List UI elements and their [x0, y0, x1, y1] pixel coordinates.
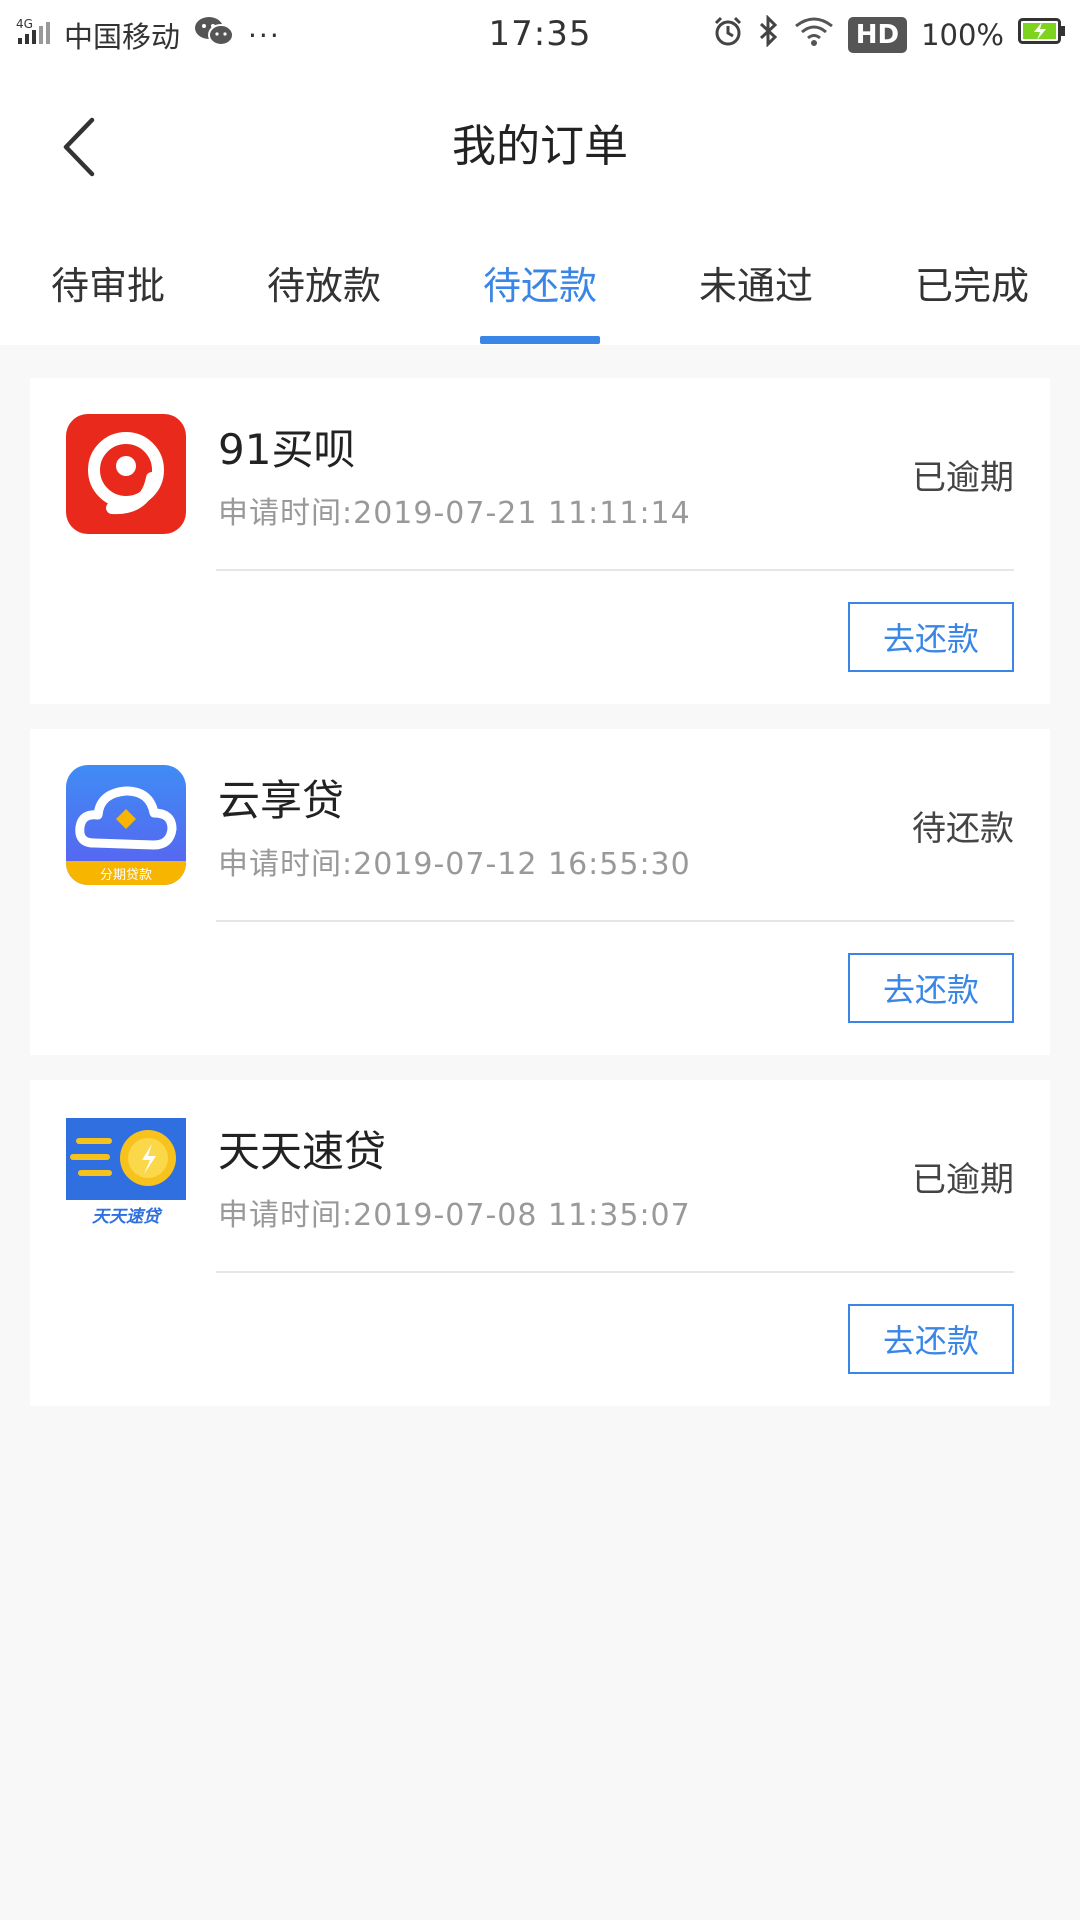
order-app-name: 91买呗: [218, 425, 356, 474]
icon-caption: 分期贷款: [100, 868, 152, 883]
order-card: 天天速贷 天天速贷 申请时间:2019-07-08 11:35:07 已逾期 去…: [30, 1080, 1050, 1406]
icon-caption: 天天速贷: [92, 1207, 163, 1227]
repay-button[interactable]: 去还款: [848, 602, 1014, 672]
order-status: 已逾期: [912, 1160, 1014, 1200]
battery-percent: 100%: [921, 18, 1004, 52]
battery-charging-icon: [1018, 17, 1066, 53]
card-divider: [216, 1271, 1014, 1273]
order-apply-time: 申请时间:2019-07-12 16:55:30: [218, 847, 691, 882]
order-apply-time: 申请时间:2019-07-21 11:11:14: [218, 496, 691, 531]
tab-rejected[interactable]: 未通过: [648, 255, 864, 310]
tab-pending-repayment[interactable]: 待还款: [432, 255, 648, 310]
wifi-icon: [794, 16, 834, 54]
card-divider: [216, 569, 1014, 571]
order-status: 已逾期: [912, 458, 1014, 498]
screen: 4G 中国移动 ··· 17:35 HD 100% 我的订单 待审批 待放款 待…: [0, 0, 1080, 1920]
tab-completed[interactable]: 已完成: [864, 255, 1080, 310]
active-tab-indicator: [480, 336, 600, 344]
page-title: 我的订单: [452, 121, 628, 172]
status-right: HD 100%: [698, 14, 1066, 56]
card-divider: [216, 920, 1014, 922]
order-app-name: 天天速贷: [218, 1127, 387, 1176]
nav-header: 我的订单: [0, 70, 1080, 215]
91maibei-logo-icon: [66, 414, 186, 534]
order-apply-time: 申请时间:2019-07-08 11:35:07: [218, 1198, 691, 1233]
tab-pending-approval[interactable]: 待审批: [0, 255, 216, 310]
tiantiansudai-logo-icon: 天天速贷: [66, 1116, 186, 1236]
order-status: 待还款: [912, 809, 1014, 849]
yunxiangdai-logo-icon: 分期贷款: [66, 765, 186, 885]
alarm-icon: [712, 15, 744, 55]
tab-pending-disbursement[interactable]: 待放款: [216, 255, 432, 310]
repay-button[interactable]: 去还款: [848, 1304, 1014, 1374]
bluetooth-icon: [758, 14, 780, 55]
order-app-name: 云享贷: [218, 776, 345, 825]
order-status-tabs: 待审批 待放款 待还款 未通过 已完成: [0, 215, 1080, 345]
repay-button[interactable]: 去还款: [848, 953, 1014, 1023]
hd-badge: HD: [847, 17, 908, 53]
status-bar: 4G 中国移动 ··· 17:35 HD 100%: [0, 0, 1080, 70]
order-card: 分期贷款 云享贷 申请时间:2019-07-12 16:55:30 待还款 去还…: [30, 729, 1050, 1055]
order-card: 91买呗 申请时间:2019-07-21 11:11:14 已逾期 去还款: [30, 378, 1050, 704]
